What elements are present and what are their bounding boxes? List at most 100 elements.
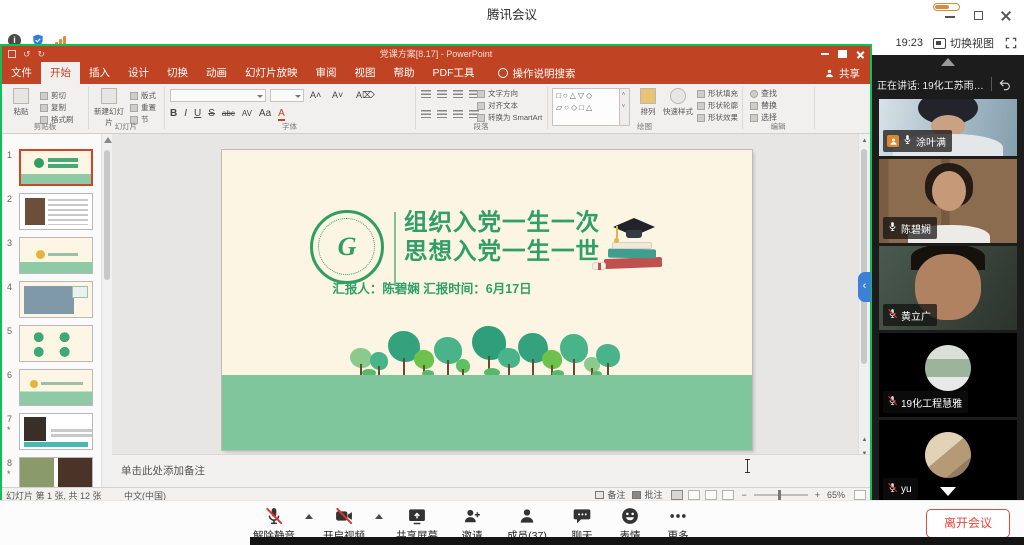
notes-pane[interactable]: 单击此处添加备注 (112, 454, 870, 487)
participant-video-tile[interactable]: 黄立广 (879, 246, 1017, 330)
bullets-icon[interactable] (421, 90, 431, 98)
minimize-button[interactable] (942, 8, 960, 24)
layout-button[interactable]: 版式 (130, 90, 156, 101)
slide-sorter-view-button[interactable] (688, 490, 700, 500)
ppt-tab-视图[interactable]: 视图 (346, 62, 385, 84)
normal-view-button[interactable] (671, 490, 683, 500)
switch-view-button[interactable]: 切换视图 (933, 35, 994, 51)
share-button[interactable]: 共享 (824, 62, 860, 84)
canvas-scrollbar[interactable]: ▲ ▲ ▼ ▼ (858, 134, 869, 487)
tell-me-search[interactable]: 操作说明搜索 (498, 62, 576, 84)
scroll-up-icon[interactable] (104, 137, 112, 143)
previous-slide-button[interactable]: ▲ (860, 434, 869, 446)
notes-toggle[interactable]: 备注 (595, 488, 625, 500)
ppt-tab-帮助[interactable]: 帮助 (385, 62, 424, 84)
thumbnail-preview[interactable] (19, 413, 93, 450)
replace-button[interactable]: 替换 (750, 100, 777, 111)
participant-video-tile[interactable]: 陈碧娴 (879, 159, 1017, 243)
thumbnail-preview[interactable] (19, 193, 93, 230)
ppt-tab-插入[interactable]: 插入 (80, 62, 119, 84)
clear-format-button[interactable]: A⌦ (356, 90, 375, 101)
scroll-up-arrow-icon[interactable] (941, 58, 955, 66)
ppt-tab-动画[interactable]: 动画 (197, 62, 236, 84)
align-center-icon[interactable] (437, 110, 447, 118)
slide-thumbnail-item[interactable]: 5 (2, 324, 112, 368)
grow-font-button[interactable]: A˄ (310, 90, 321, 100)
italic-button[interactable]: I (184, 108, 187, 119)
cut-button[interactable]: 剪切 (40, 90, 66, 101)
ppt-restore-icon[interactable] (838, 50, 847, 58)
leave-meeting-button[interactable]: 离开会议 (926, 509, 1010, 538)
thumbnail-preview[interactable] (19, 325, 93, 362)
gallery-scroll[interactable]: ˄˅ (619, 89, 629, 125)
ppt-tab-文件[interactable]: 文件 (2, 62, 41, 84)
arrange-button[interactable]: 排列 (635, 88, 661, 117)
shape-outline-button[interactable]: 形状轮廓 (697, 100, 738, 111)
underline-button[interactable]: U (194, 108, 201, 119)
scroll-down-arrow-icon[interactable] (940, 487, 956, 496)
zoom-out-button[interactable]: − (741, 490, 746, 500)
ppt-tab-审阅[interactable]: 审阅 (307, 62, 346, 84)
restore-button[interactable] (970, 8, 988, 24)
language-indicator[interactable]: 中文(中国) (124, 489, 166, 500)
thumbnail-preview[interactable] (19, 149, 93, 186)
slide-thumbnail-item[interactable]: 7 * (2, 412, 112, 456)
bold-button[interactable]: B (170, 108, 177, 119)
ppt-tab-PDF工具[interactable]: PDF工具 (424, 62, 484, 84)
zoom-slider[interactable] (754, 494, 808, 496)
thumbnail-preview[interactable] (19, 457, 93, 487)
reading-view-button[interactable] (705, 490, 717, 500)
indent-icon[interactable] (453, 90, 463, 98)
participant-video-tile[interactable]: 19化工程慧雅 (879, 333, 1017, 417)
font-name-combo[interactable] (170, 89, 266, 102)
char-spacing-button[interactable]: AV (242, 109, 252, 118)
thumbnail-preview[interactable] (19, 281, 93, 318)
shadow-button[interactable]: abc (222, 109, 235, 118)
panel-collapse-handle[interactable]: ‹ (858, 272, 871, 302)
slideshow-view-button[interactable] (722, 490, 734, 500)
align-left-icon[interactable] (421, 110, 431, 118)
zoom-in-button[interactable]: + (815, 490, 820, 500)
shrink-font-button[interactable]: A˅ (332, 90, 343, 100)
slide-thumbnail-item[interactable]: 6 (2, 368, 112, 412)
slide-thumbnail-item[interactable]: 1 (2, 148, 112, 192)
close-button[interactable] (998, 8, 1016, 24)
comments-toggle[interactable]: 批注 (632, 488, 662, 500)
quick-styles-button[interactable]: 快速样式 (663, 88, 693, 117)
slide-thumbnail-item[interactable]: 2 (2, 192, 112, 236)
ppt-tab-幻灯片放映[interactable]: 幻灯片放映 (236, 62, 307, 84)
align-right-icon[interactable] (453, 110, 463, 118)
scroll-up-icon[interactable]: ▲ (860, 135, 869, 147)
copy-button[interactable]: 复制 (40, 102, 66, 113)
slide-thumbnail-item[interactable]: 3 (2, 236, 112, 280)
ppt-tab-开始[interactable]: 开始 (41, 62, 80, 84)
thumbnail-preview[interactable] (19, 369, 93, 406)
slide-thumbnail-item[interactable]: 4 (2, 280, 112, 324)
ppt-tab-设计[interactable]: 设计 (119, 62, 158, 84)
fit-to-window-button[interactable] (854, 490, 866, 500)
thumbnail-scrollbar[interactable] (101, 134, 112, 487)
align-text-button[interactable]: 对齐文本 (477, 100, 518, 111)
strikethrough-button[interactable]: S (208, 108, 215, 119)
paste-button[interactable]: 粘贴 (6, 88, 36, 117)
slide-thumbnail-item[interactable]: 8 * (2, 456, 112, 487)
slide-1[interactable]: G 组织入党一生一次 思想入党一生一世 汇报人：陈碧娴 汇报时间：6月17日 (222, 150, 752, 450)
shape-fill-button[interactable]: 形状填充 (697, 88, 738, 99)
text-direction-button[interactable]: 文字方向 (477, 88, 518, 99)
mic-off-options-arrow[interactable] (302, 505, 316, 519)
return-arrow-icon[interactable] (998, 78, 1012, 91)
reset-button[interactable]: 重置 (130, 102, 156, 113)
participant-video-tile[interactable]: 涂叶满 (879, 99, 1017, 156)
numbering-icon[interactable] (437, 90, 447, 98)
fullscreen-icon[interactable] (1004, 36, 1018, 50)
thumbnail-preview[interactable] (19, 237, 93, 274)
font-color-button[interactable]: A (278, 108, 285, 121)
ppt-minimize-icon[interactable] (821, 53, 829, 55)
ppt-close-icon[interactable] (856, 50, 865, 59)
font-size-combo[interactable] (270, 89, 304, 102)
ppt-tab-切换[interactable]: 切换 (158, 62, 197, 84)
cam-off-options-arrow[interactable] (372, 505, 386, 519)
participant-name: yu (901, 484, 912, 495)
change-case-button[interactable]: Aa (259, 108, 271, 119)
find-button[interactable]: 查找 (750, 88, 777, 99)
